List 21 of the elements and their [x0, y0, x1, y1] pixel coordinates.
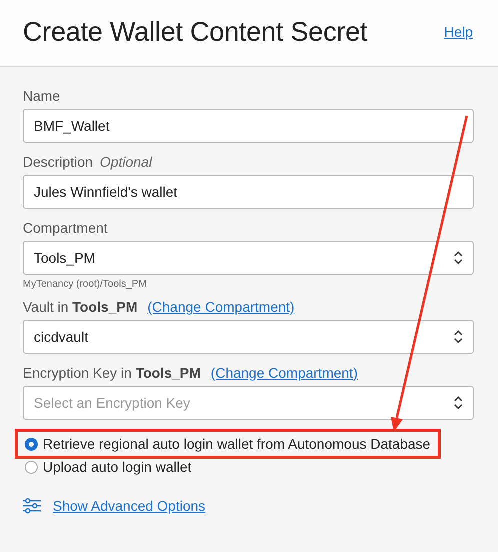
select-field[interactable]: Tools_PM: [23, 241, 474, 275]
field-label: Vault in Tools_PM: [23, 299, 138, 315]
show-advanced-options-link[interactable]: Show Advanced Options: [53, 498, 206, 514]
text-input[interactable]: Jules Winnfield's wallet: [23, 175, 474, 209]
page-title: Create Wallet Content Secret: [23, 16, 368, 48]
field-label: Description: [23, 154, 94, 170]
chevron-up-down-icon: [454, 396, 463, 410]
field-label: Compartment: [23, 220, 108, 236]
field-label: Encryption Key in Tools_PM: [23, 365, 201, 381]
highlighted-radio-option[interactable]: Retrieve regional auto login wallet from Autonomous Database: [15, 429, 441, 459]
optional-label: Optional: [100, 154, 152, 170]
chevron-up-down-icon: [454, 251, 463, 265]
change-compartment-link[interactable]: (Change Compartment): [210, 365, 358, 381]
sliders-icon: [23, 498, 41, 514]
text-input[interactable]: BMF_Wallet: [23, 109, 474, 143]
chevron-up-down-icon: [454, 330, 463, 344]
field-label: Name: [23, 88, 60, 104]
compartment-path: MyTenancy (root)/Tools_PM: [23, 279, 148, 290]
help-link[interactable]: Help: [444, 24, 473, 40]
select-field[interactable]: cicdvault: [23, 320, 474, 354]
change-compartment-link[interactable]: (Change Compartment): [148, 299, 295, 315]
